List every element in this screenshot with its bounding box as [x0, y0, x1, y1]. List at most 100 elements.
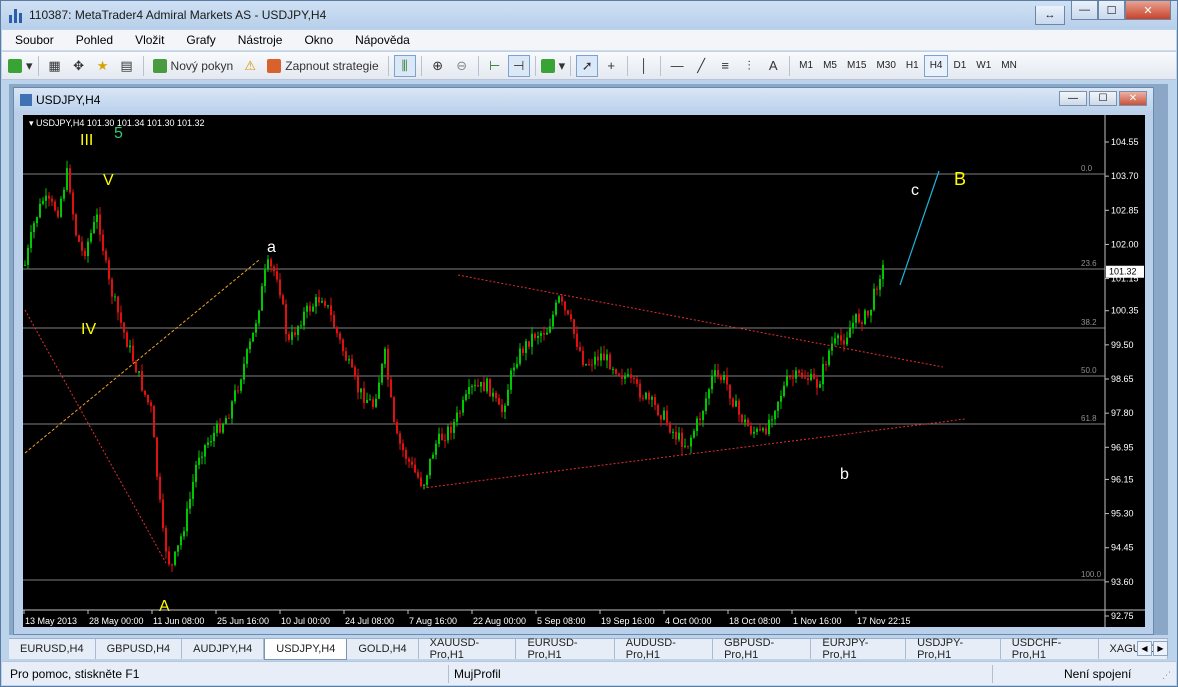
menu-window[interactable]: Okno — [291, 33, 342, 47]
bar-chart-icon[interactable]: ⫼ — [393, 54, 416, 77]
toolbar-separator — [142, 55, 144, 76]
candle-body — [840, 335, 842, 341]
chart-close-button[interactable]: ✕ — [1119, 91, 1147, 106]
candle-body — [468, 386, 470, 394]
close-button[interactable]: ✕ — [1125, 1, 1171, 20]
maximize-button[interactable]: ☐ — [1098, 1, 1125, 20]
tab-eurjpy-pro-h1[interactable]: EURJPY-Pro,H1 — [811, 637, 907, 661]
candle-body — [705, 398, 707, 412]
candle-body — [96, 214, 98, 222]
tab-eurusd-pro-h1[interactable]: EURUSD-Pro,H1 — [516, 637, 615, 661]
candle-body — [798, 370, 800, 373]
candle-body — [120, 312, 122, 323]
candle-body — [576, 333, 578, 347]
timeframe-d1[interactable]: D1 — [948, 55, 971, 77]
timeframe-m5[interactable]: M5 — [818, 55, 842, 77]
menu-charts[interactable]: Grafy — [173, 33, 224, 47]
tab-scroll-left-icon[interactable]: ◀ — [1137, 641, 1152, 656]
new-order-button[interactable]: Nový pokyn — [149, 55, 238, 77]
price-chart-svg[interactable]: 0.023.638.250.061.8100.0 III 5VIVAabcB 10… — [23, 115, 1145, 627]
text-icon[interactable]: A — [762, 55, 784, 77]
zoom-in-icon[interactable]: ⊕ — [427, 55, 449, 77]
timeframe-mn[interactable]: MN — [996, 55, 1022, 77]
candle-body — [696, 418, 698, 431]
date-label: 17 Nov 22:15 — [857, 616, 911, 626]
timeframe-m1[interactable]: M1 — [794, 55, 818, 77]
fibonacci-icon[interactable]: ⫶ — [738, 55, 760, 77]
candle-body — [519, 348, 521, 364]
menu-help[interactable]: Nápověda — [342, 33, 419, 47]
status-divider — [992, 665, 993, 683]
tab-gold-h4[interactable]: GOLD,H4 — [347, 639, 419, 659]
navigator-icon[interactable]: ✥ — [68, 55, 90, 77]
candle-body — [510, 370, 512, 390]
favorites-star-icon[interactable]: ★ — [92, 55, 114, 77]
date-label: 5 Sep 08:00 — [537, 616, 586, 626]
terminal-icon[interactable]: ▤ — [116, 55, 138, 77]
price-label: 100.35 — [1111, 306, 1139, 316]
candle-body — [252, 332, 254, 342]
market-watch-icon[interactable]: ▦ — [44, 55, 66, 77]
tab-usdchf-pro-h1[interactable]: USDCHF-Pro,H1 — [1000, 637, 1099, 661]
crosshair-icon[interactable]: + — [600, 55, 622, 77]
chart-window-icon — [20, 93, 32, 106]
toolbar-separator — [627, 55, 629, 76]
status-profile[interactable]: MujProfil — [454, 667, 501, 681]
tab-gbpusd-pro-h1[interactable]: GBPUSD-Pro,H1 — [713, 637, 812, 661]
candle-body — [27, 247, 29, 265]
price-chart[interactable]: 0.0 23.6 38.2 50.0 61.8 100.0 III 5 V IV Aa b c B 10… — [23, 115, 1145, 627]
menu-view[interactable]: Pohled — [63, 33, 122, 47]
horizontal-line-icon[interactable]: — — [666, 55, 688, 77]
trendline-icon[interactable]: ╱ — [690, 55, 712, 77]
candle-body — [648, 392, 650, 400]
cursor-icon[interactable]: ➚ — [576, 54, 599, 77]
candle-body — [792, 377, 794, 379]
candle-body — [255, 323, 257, 333]
timeframe-h1[interactable]: H1 — [901, 55, 924, 77]
chart-title-bar[interactable]: USDJPY,H4 — ☐ ✕ — [14, 88, 1153, 111]
indicators-icon[interactable]: ▾ — [540, 55, 565, 77]
candle-body — [381, 363, 383, 383]
chart-minimize-button[interactable]: — — [1059, 91, 1087, 106]
timeframe-h4[interactable]: H4 — [923, 54, 949, 77]
tab-audjpy-h4[interactable]: AUDJPY,H4 — [182, 639, 265, 659]
candle-body — [405, 449, 407, 459]
timeframe-w1[interactable]: W1 — [971, 55, 996, 77]
menu-insert[interactable]: Vložit — [122, 33, 173, 47]
tab-usdjpy-pro-h1[interactable]: USDJPY-Pro,H1 — [906, 637, 1001, 661]
resize-grip-icon[interactable]: ⋰ — [1162, 670, 1171, 681]
candle-body — [219, 423, 221, 433]
tab-usdjpy-h4[interactable]: USDJPY,H4 — [264, 639, 348, 660]
autotrading-button[interactable]: Zapnout strategie — [263, 55, 382, 77]
timeframe-m30[interactable]: M30 — [871, 55, 900, 77]
candle-body — [819, 384, 821, 388]
wave-c-projection-line — [899, 170, 940, 286]
menu-file[interactable]: Soubor — [2, 33, 63, 47]
tab-eurusd-h4[interactable]: EURUSD,H4 — [9, 639, 96, 659]
new-chart-button[interactable]: ▾ — [8, 55, 33, 77]
candle-body — [465, 393, 467, 400]
title-bar[interactable]: 110387: MetaTrader4 Admiral Markets AS -… — [1, 1, 1177, 29]
timeframe-m15[interactable]: M15 — [842, 55, 871, 77]
chart-shift-icon[interactable]: ⊣ — [507, 54, 530, 77]
resize-arrows-icon[interactable]: ↔ — [1035, 5, 1065, 25]
tab-xauusd-pro-h1[interactable]: XAUUSD-Pro,H1 — [418, 637, 517, 661]
vertical-line-icon[interactable]: │ — [633, 55, 655, 77]
alert-icon[interactable]: ⚠ — [239, 55, 261, 77]
equidistant-channel-icon[interactable]: ≡ — [714, 55, 736, 77]
date-label: 28 May 00:00 — [89, 616, 144, 626]
candle-body — [870, 309, 872, 316]
menu-tools[interactable]: Nástroje — [225, 33, 292, 47]
tab-gbpusd-h4[interactable]: GBPUSD,H4 — [95, 639, 183, 659]
candle-body — [60, 198, 62, 217]
tab-scroll-right-icon[interactable]: ▶ — [1153, 641, 1168, 656]
candle-body — [531, 333, 533, 347]
auto-scroll-icon[interactable]: ⊢ — [484, 55, 506, 77]
tab-audusd-pro-h1[interactable]: AUDUSD-Pro,H1 — [614, 637, 714, 661]
candle-body — [672, 431, 674, 433]
chart-maximize-button[interactable]: ☐ — [1089, 91, 1117, 106]
candle-body — [111, 279, 113, 297]
candle-body — [729, 384, 731, 399]
minimize-button[interactable]: — — [1071, 1, 1098, 20]
zoom-out-icon[interactable]: ⊖ — [451, 55, 473, 77]
